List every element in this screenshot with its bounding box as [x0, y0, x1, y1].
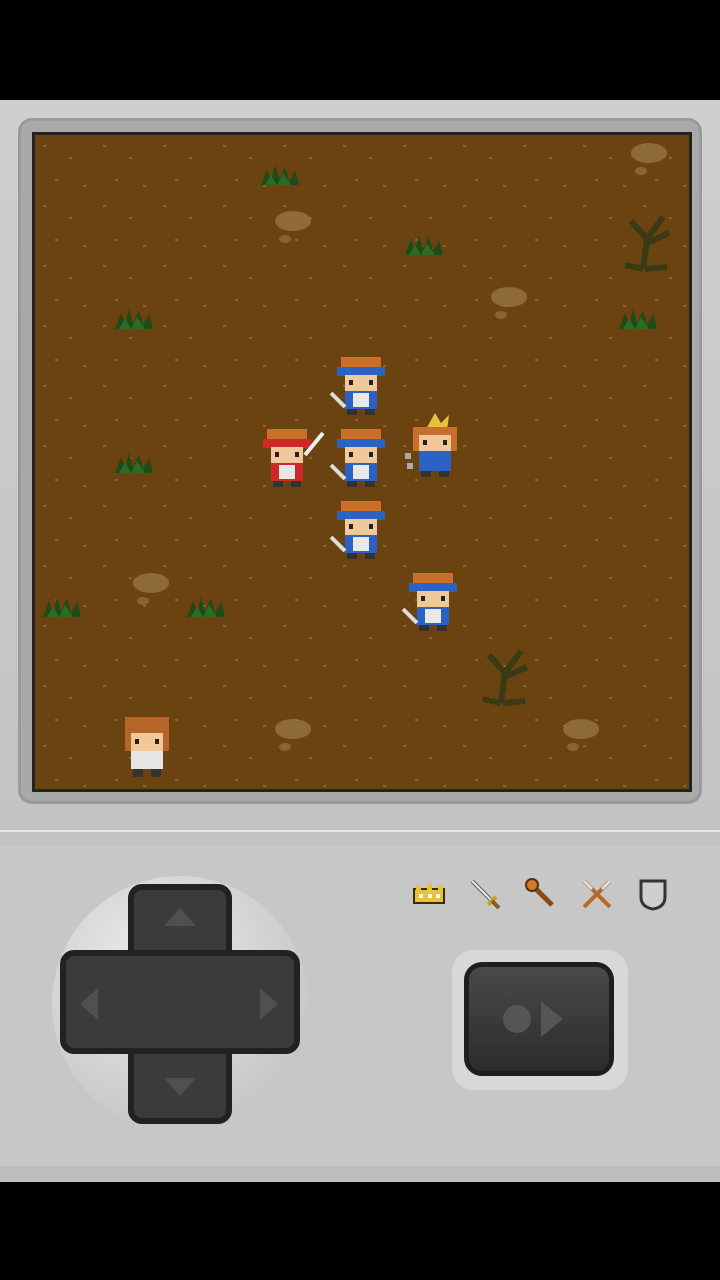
crossed-weapons-icon[interactable] [578, 875, 616, 913]
game-field [35, 135, 689, 789]
crown-icon[interactable] [410, 875, 448, 913]
dpad-down-arrow-icon[interactable] [164, 1078, 196, 1096]
dpad-right-arrow-icon[interactable] [260, 988, 278, 1020]
dpad-up-arrow-icon[interactable] [164, 908, 196, 926]
inventory-bar [410, 872, 680, 916]
handheld-device [0, 100, 720, 1182]
dpad[interactable] [52, 876, 308, 1132]
screen-bezel [18, 118, 702, 804]
shield-icon[interactable] [634, 875, 672, 913]
dpad-left-arrow-icon[interactable] [80, 988, 98, 1020]
play-icon [541, 1001, 563, 1037]
action-button-housing [452, 950, 628, 1090]
control-panel [0, 846, 720, 1166]
sword-icon[interactable] [466, 875, 504, 913]
club-icon[interactable] [522, 875, 560, 913]
dot-icon [503, 1005, 531, 1033]
hero [125, 717, 169, 777]
action-button[interactable] [464, 962, 614, 1076]
game-screen[interactable] [32, 132, 692, 792]
